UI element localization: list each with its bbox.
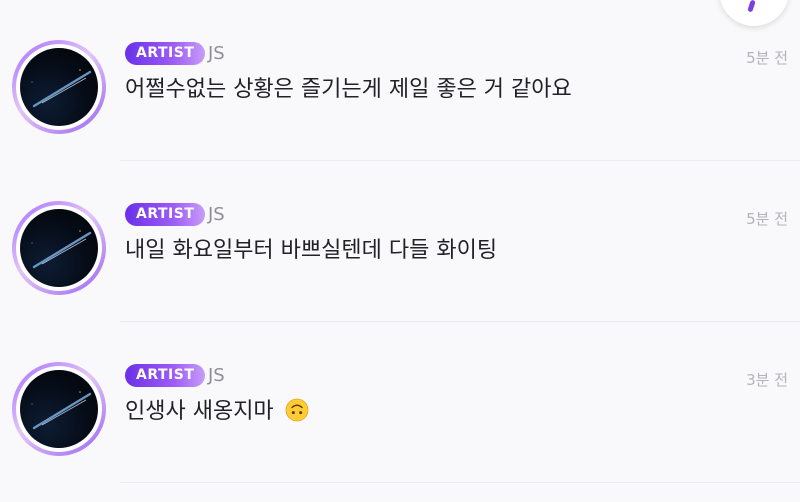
message-text: 인생사 새옹지마: [125, 396, 309, 428]
list-item[interactable]: ARTIST JS 5분 전 어쩔수없는 상황은 즐기는게 제일 좋은 거 같아…: [0, 0, 800, 161]
avatar[interactable]: [12, 362, 106, 456]
list-item[interactable]: ARTIST JS 3분 전 인생사 새옹지마: [0, 322, 800, 483]
artist-badge: ARTIST: [125, 364, 206, 387]
artist-badge: ARTIST: [125, 203, 206, 226]
message-body: 인생사 새옹지마: [125, 399, 274, 424]
message-body: 내일 화요일부터 바쁘실텐데 다들 화이팅: [125, 238, 498, 263]
timestamp: 5분 전: [746, 210, 788, 228]
artist-badge: ARTIST: [125, 42, 206, 65]
timestamp: 3분 전: [746, 371, 788, 389]
message-body: 어쩔수없는 상황은 즐기는게 제일 좋은 거 같아요: [125, 77, 572, 102]
avatar[interactable]: [12, 201, 106, 295]
message-text: 내일 화요일부터 바쁘실텐데 다들 화이팅: [125, 235, 497, 267]
message-text: 어쩔수없는 상황은 즐기는게 제일 좋은 거 같아요: [125, 74, 572, 106]
comment-feed: ARTIST JS 5분 전 어쩔수없는 상황은 즐기는게 제일 좋은 거 같아…: [0, 0, 800, 483]
author-name[interactable]: JS: [208, 364, 225, 387]
author-name[interactable]: JS: [208, 42, 225, 65]
avatar[interactable]: [12, 40, 106, 134]
timestamp: 5분 전: [746, 49, 788, 67]
upside-down-face-icon: [285, 398, 309, 422]
list-item[interactable]: ARTIST JS 5분 전 내일 화요일부터 바쁘실텐데 다들 화이팅: [0, 161, 800, 322]
author-name[interactable]: JS: [208, 203, 225, 226]
